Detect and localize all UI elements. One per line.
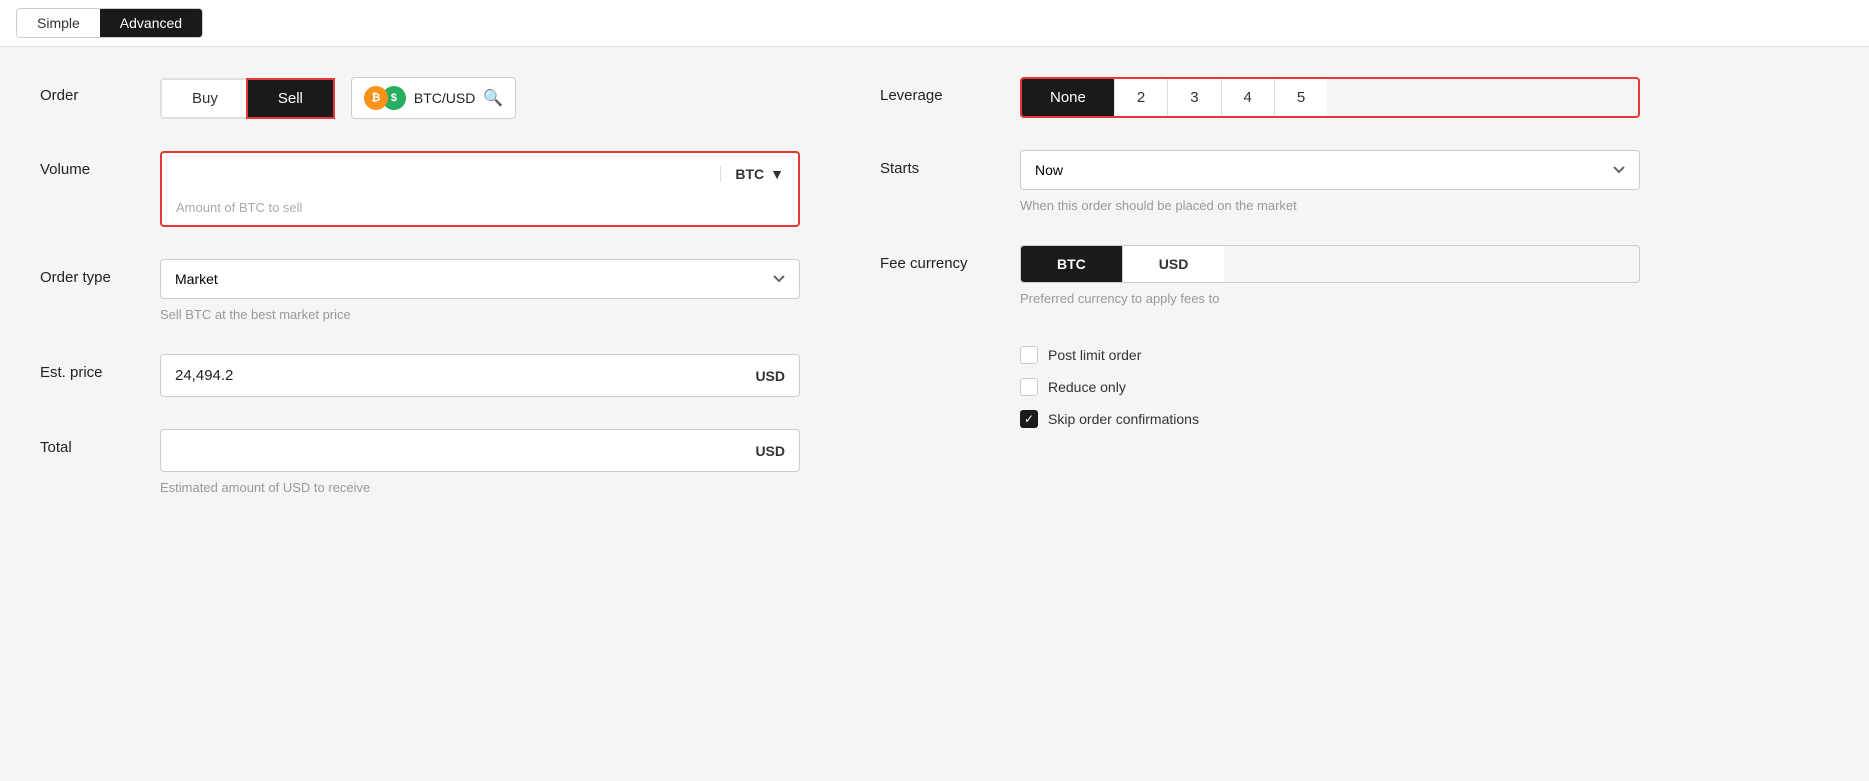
total-row: Total USD Estimated amount of USD to rec… <box>40 429 800 495</box>
total-control: USD Estimated amount of USD to receive <box>160 429 800 495</box>
est-price-label: Est. price <box>40 354 160 381</box>
est-price-value: 24,494.2 <box>175 367 233 384</box>
volume-input[interactable] <box>162 153 720 194</box>
fee-usd-button[interactable]: USD <box>1122 246 1225 282</box>
total-box: USD <box>160 429 800 472</box>
reduce-only-label: Reduce only <box>1048 379 1126 395</box>
leverage-4-button[interactable]: 4 <box>1221 79 1274 116</box>
starts-control: Now At price At time When this order sho… <box>1020 150 1640 213</box>
post-limit-row[interactable]: Post limit order <box>1020 346 1640 364</box>
order-type-wrapper: Market Limit Stop <box>160 259 800 299</box>
est-price-control: 24,494.2 USD <box>160 354 800 397</box>
order-type-label: Order type <box>40 259 160 286</box>
main-content: Order Buy Sell ₿ $ BTC/USD 🔍 Volume <box>0 47 1869 781</box>
total-hint: Estimated amount of USD to receive <box>160 480 800 495</box>
fee-hint: Preferred currency to apply fees to <box>1020 291 1640 306</box>
mode-tabs: Simple Advanced <box>16 8 203 38</box>
total-currency: USD <box>755 443 785 459</box>
order-row: Order Buy Sell ₿ $ BTC/USD 🔍 <box>40 77 800 119</box>
volume-dropdown-icon: ▼ <box>770 166 784 182</box>
options-control: Post limit order Reduce only Skip order … <box>1020 338 1640 428</box>
est-price-box: 24,494.2 USD <box>160 354 800 397</box>
leverage-label: Leverage <box>880 77 1020 104</box>
options-row: Post limit order Reduce only Skip order … <box>880 338 1640 428</box>
reduce-only-row[interactable]: Reduce only <box>1020 378 1640 396</box>
starts-select[interactable]: Now At price At time <box>1020 150 1640 190</box>
est-price-row: Est. price 24,494.2 USD <box>40 354 800 397</box>
leverage-2-button[interactable]: 2 <box>1114 79 1167 116</box>
volume-hint: Amount of BTC to sell <box>162 194 798 225</box>
buy-button[interactable]: Buy <box>162 80 248 117</box>
right-panel: Leverage None 2 3 4 5 Starts Now At pric… <box>880 77 1640 751</box>
skip-confirm-row[interactable]: Skip order confirmations <box>1020 410 1640 428</box>
skip-confirm-checkbox[interactable] <box>1020 410 1038 428</box>
leverage-control: None 2 3 4 5 <box>1020 77 1640 118</box>
skip-confirm-label: Skip order confirmations <box>1048 411 1199 427</box>
post-limit-label: Post limit order <box>1048 347 1141 363</box>
order-type-row: Order type Market Limit Stop Sell BTC at… <box>40 259 800 322</box>
post-limit-checkbox[interactable] <box>1020 346 1038 364</box>
total-input[interactable] <box>175 442 755 459</box>
est-price-currency: USD <box>755 368 785 384</box>
starts-row: Starts Now At price At time When this or… <box>880 150 1640 213</box>
order-label: Order <box>40 77 160 104</box>
checkbox-group: Post limit order Reduce only Skip order … <box>1020 346 1640 428</box>
fee-row: Fee currency BTC USD Preferred currency … <box>880 245 1640 306</box>
volume-currency-label: BTC <box>735 166 764 182</box>
volume-control: BTC ▼ Amount of BTC to sell <box>160 151 800 227</box>
btc-icon: ₿ <box>364 86 388 110</box>
total-label: Total <box>40 429 160 456</box>
leverage-container: None 2 3 4 5 <box>1020 77 1640 118</box>
search-icon[interactable]: 🔍 <box>483 88 503 108</box>
volume-row: Volume BTC ▼ Amount of BTC to sell <box>40 151 800 227</box>
order-type-control: Market Limit Stop Sell BTC at the best m… <box>160 259 800 322</box>
left-panel: Order Buy Sell ₿ $ BTC/USD 🔍 Volume <box>40 77 800 751</box>
tab-advanced[interactable]: Advanced <box>100 9 202 37</box>
leverage-none-button[interactable]: None <box>1022 79 1114 116</box>
pair-selector[interactable]: ₿ $ BTC/USD 🔍 <box>351 77 516 119</box>
leverage-5-button[interactable]: 5 <box>1274 79 1327 116</box>
pair-icons: ₿ $ <box>364 86 406 110</box>
fee-control: BTC USD Preferred currency to apply fees… <box>1020 245 1640 306</box>
reduce-only-checkbox[interactable] <box>1020 378 1038 396</box>
leverage-row: Leverage None 2 3 4 5 <box>880 77 1640 118</box>
starts-hint: When this order should be placed on the … <box>1020 198 1640 213</box>
fee-currency-group: BTC USD <box>1020 245 1640 283</box>
tab-simple[interactable]: Simple <box>17 9 100 37</box>
volume-label: Volume <box>40 151 160 178</box>
volume-currency-selector[interactable]: BTC ▼ <box>720 166 798 182</box>
starts-label: Starts <box>880 150 1020 177</box>
sell-button[interactable]: Sell <box>246 78 335 119</box>
fee-btc-button[interactable]: BTC <box>1021 246 1122 282</box>
leverage-3-button[interactable]: 3 <box>1167 79 1220 116</box>
pair-label: BTC/USD <box>414 90 475 106</box>
order-controls: Buy Sell ₿ $ BTC/USD 🔍 <box>160 77 800 119</box>
fee-label: Fee currency <box>880 245 1020 272</box>
volume-wrapper: BTC ▼ Amount of BTC to sell <box>160 151 800 227</box>
order-type-hint: Sell BTC at the best market price <box>160 307 800 322</box>
buy-sell-group: Buy Sell <box>160 78 335 119</box>
top-bar: Simple Advanced <box>0 0 1869 47</box>
volume-input-row: BTC ▼ <box>162 153 798 194</box>
order-type-select[interactable]: Market Limit Stop <box>160 259 800 299</box>
options-spacer <box>880 338 1020 348</box>
